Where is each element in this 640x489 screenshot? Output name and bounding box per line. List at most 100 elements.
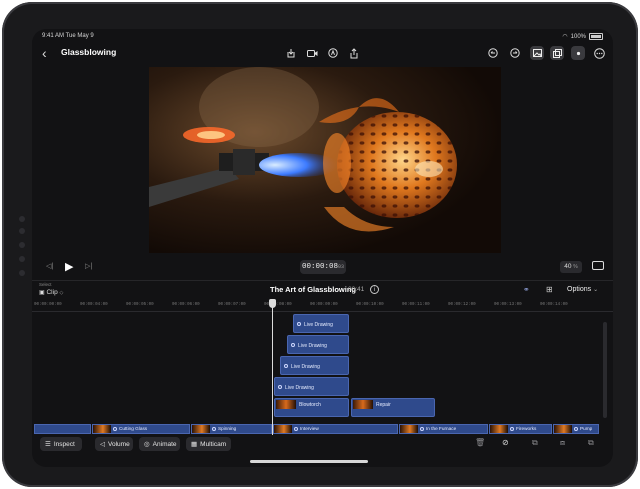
connected-clip[interactable]: Live Drawing <box>280 356 349 375</box>
detach-icon[interactable]: ⧈ <box>560 438 565 448</box>
project-bar: Select ▣ Clip ◇ The Art of Glassblowing … <box>32 282 613 300</box>
ruler-tick: 00:00:07:00 <box>218 303 246 307</box>
photos-icon[interactable] <box>530 46 544 60</box>
storyline-clip[interactable]: Fireworks <box>489 424 552 434</box>
ipad-frame: 9:41 AM Tue May 9 ◠ 100% ‹ Glassblowing <box>2 2 638 487</box>
camera-icon[interactable] <box>305 46 319 60</box>
undo-icon[interactable] <box>486 46 500 60</box>
ruler-tick: 00:00:05:00 <box>126 303 154 307</box>
ruler-tick: 00:00:14:00 <box>540 303 568 307</box>
select-label: Select <box>39 282 52 287</box>
inspect-icon: ☰ <box>45 441 51 448</box>
skip-forward-icon[interactable]: ▷| <box>85 262 92 270</box>
ruler-tick: 00:00:00:00 <box>34 303 62 307</box>
clip-thumbnail <box>274 425 292 433</box>
device-button <box>19 270 25 276</box>
volume-button[interactable]: ◁ Volume <box>95 437 133 451</box>
clip-type-icon <box>510 427 514 431</box>
inspect-button[interactable]: ☰ Inspect <box>40 437 82 451</box>
playhead-handle[interactable] <box>269 299 276 308</box>
clip-mode-menu[interactable]: ▣ Clip ◇ <box>39 289 63 296</box>
timeline-scrollbar[interactable] <box>603 322 607 418</box>
storyline-clip[interactable]: Cutting Glass <box>92 424 190 434</box>
status-bar: 9:41 AM Tue May 9 ◠ 100% <box>42 33 603 43</box>
clip-thumbnail <box>490 425 508 433</box>
connected-clip[interactable]: Live Drawing <box>293 314 349 333</box>
clip-type-icon <box>297 322 301 326</box>
skip-back-icon[interactable]: ◁| <box>46 262 53 270</box>
voiceover-icon[interactable] <box>326 46 340 60</box>
trash-icon[interactable]: 🗑 <box>475 438 485 447</box>
clip-type-icon <box>420 427 424 431</box>
battery-icon <box>589 33 603 40</box>
project-title: Glassblowing <box>61 47 117 57</box>
storyline-clip[interactable]: Spinning <box>191 424 272 434</box>
clip-thumbnail <box>400 425 418 433</box>
storyline-clip[interactable] <box>34 424 91 434</box>
connected-clip[interactable]: Repair <box>351 398 435 417</box>
clip-type-icon <box>294 427 298 431</box>
clip-icon: ▣ <box>39 290 45 296</box>
chevron-updown-icon: ◇ <box>59 290 64 296</box>
ruler-tick: 00:00:13:00 <box>494 303 522 307</box>
clip-thumbnail <box>276 400 296 409</box>
inspector-icon[interactable] <box>571 46 585 60</box>
status-time: 9:41 AM Tue May 9 <box>42 33 94 39</box>
battery-percent: 100% <box>570 33 586 40</box>
glassblowing-video-frame <box>149 67 501 253</box>
info-icon[interactable]: i <box>370 285 379 294</box>
wifi-icon: ◠ <box>562 34 568 40</box>
primary-storyline[interactable]: Cutting Glass Spinning Interview In the … <box>32 424 613 434</box>
viewer-options-icon[interactable] <box>592 261 604 270</box>
clip-type-icon <box>574 427 578 431</box>
more-icon[interactable] <box>592 46 606 60</box>
connected-clip[interactable]: Live Drawing <box>287 335 349 354</box>
clip-thumbnail <box>192 425 210 433</box>
divider <box>32 280 613 281</box>
device-button <box>19 256 25 262</box>
ruler-tick: 00:00:04:00 <box>80 303 108 307</box>
clip-type-icon <box>291 343 295 347</box>
ruler-tick: 00:00:09:00 <box>310 303 338 307</box>
ruler-tick: 00:00:11:00 <box>402 303 430 307</box>
connected-clip[interactable]: Blowtorch <box>274 398 349 417</box>
multicam-button[interactable]: ▦ Multicam <box>186 437 231 451</box>
device-button <box>19 242 25 248</box>
project-duration: 00:41 <box>348 286 365 293</box>
clip-type-icon <box>212 427 216 431</box>
checkmark-circle-icon[interactable]: ⊘ <box>502 438 509 447</box>
clip-thumbnail <box>93 425 111 433</box>
browser-icon[interactable] <box>550 46 564 60</box>
share-icon[interactable] <box>347 46 361 60</box>
app-screen: 9:41 AM Tue May 9 ◠ 100% ‹ Glassblowing <box>32 29 613 467</box>
chevron-down-icon: ⌄ <box>593 287 599 293</box>
timeline-area[interactable]: Live Drawing Live Drawing Live Drawing L… <box>32 311 613 421</box>
speaker-icon: ◁ <box>100 441 105 448</box>
clip-connections-icon[interactable]: ⚭ <box>523 285 530 294</box>
duplicate-icon[interactable]: ⧉ <box>588 438 594 448</box>
toolbar: ‹ Glassblowing <box>32 43 613 65</box>
storyline-clip[interactable]: Interview <box>273 424 398 434</box>
import-icon[interactable] <box>284 46 298 60</box>
animate-icon: ◎ <box>144 441 150 448</box>
zoom-level[interactable]: 40 % <box>560 261 582 273</box>
bottom-toolbar: ☰ Inspect ◁ Volume ◎ Animate ▦ Multicam 🗑 ⊘ … <box>32 437 613 453</box>
animate-button[interactable]: ◎ Animate <box>139 437 180 451</box>
clip-thumbnail <box>353 400 373 409</box>
play-icon[interactable]: ▶ <box>65 260 73 273</box>
clip-type-icon <box>113 427 117 431</box>
storyline-clip[interactable]: In the Furnace <box>399 424 488 434</box>
ruler-tick: 00:00:12:00 <box>448 303 476 307</box>
options-menu[interactable]: Options ⌄ <box>567 286 598 293</box>
ruler-tick: 00:00:10:00 <box>356 303 384 307</box>
timeline-settings-icon[interactable]: ⊞ <box>546 285 553 294</box>
playhead[interactable] <box>269 299 276 435</box>
connected-clip[interactable]: Live Drawing <box>274 377 349 396</box>
video-viewer[interactable] <box>149 67 501 253</box>
device-button <box>19 228 25 234</box>
storyline-clip[interactable]: Pump <box>553 424 599 434</box>
redo-icon[interactable] <box>508 46 522 60</box>
chevron-left-icon[interactable]: ‹ <box>42 45 47 61</box>
split-icon[interactable]: ⧉ <box>532 438 538 448</box>
timecode-display: 00:00:0803 <box>300 260 346 274</box>
